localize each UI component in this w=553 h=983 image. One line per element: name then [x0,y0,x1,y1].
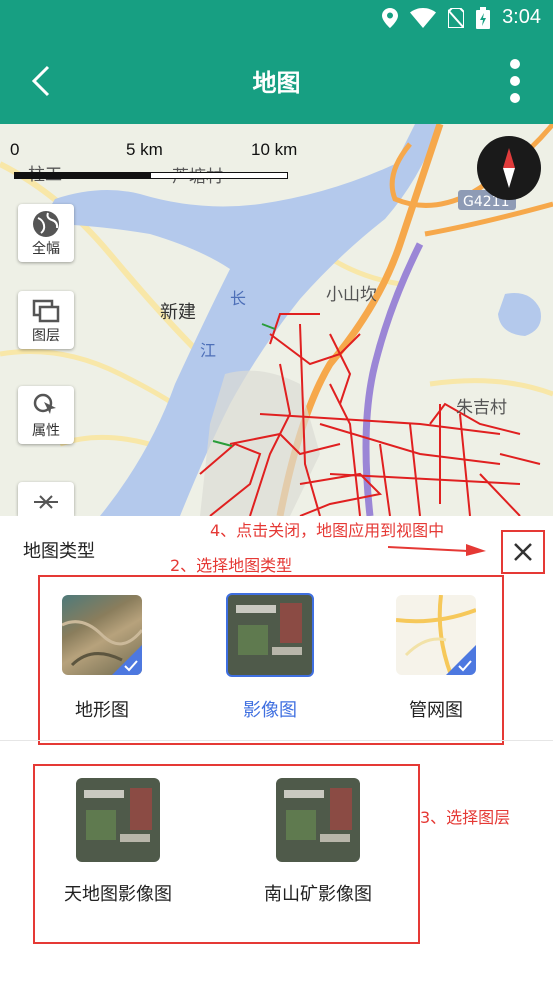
layers-icon [32,299,60,323]
layers-button[interactable]: 图层 [18,291,74,349]
battery-charging-icon [476,6,491,29]
attributes-button[interactable]: 属性 [18,386,74,444]
tianditu-layer-thumbnail[interactable] [76,778,160,862]
scale-label-5km: 5 km [126,140,163,159]
tool-label-full: 全幅 [32,241,60,257]
location-icon [382,7,399,28]
map-type-panel: 地图类型 4、点击关闭，地图应用到视图中 2、选择地图类型 地形图 影像图 管网… [0,516,553,983]
checkmark-icon [112,645,142,675]
map-canvas: 芦塘村 柱工 新建 小山坎 朱吉村 长 江 G4211 [0,124,553,516]
scale-bar: 0 5 km 10 km [10,140,310,180]
measure-icon [34,495,58,509]
annotation-arrow-icon [388,544,486,556]
status-bar: 3:04 [0,0,553,38]
app-bar: 地图 [0,38,553,124]
checkmark-icon [446,645,476,675]
map-type-label-pipe[interactable]: 管网图 [386,696,486,722]
place-label: 江 [200,341,216,360]
scale-label-10km: 10 km [251,140,298,159]
close-button[interactable] [501,530,545,574]
inspect-icon [33,393,56,414]
place-label: 朱吉村 [456,398,507,418]
tool-label-attributes: 属性 [32,423,60,439]
annotation-step4: 4、点击关闭，地图应用到视图中 [210,521,445,540]
panel-title: 地图类型 [23,541,95,562]
globe-icon [33,211,59,237]
nanshan-layer-thumbnail[interactable] [276,778,360,862]
annotation-step3: 3、选择图层 [420,808,511,827]
no-sim-icon [448,7,465,28]
place-label: 小山坎 [326,285,377,305]
panel-divider [0,740,553,741]
layer-label-tianditu[interactable]: 天地图影像图 [48,880,188,906]
satellite-map-thumbnail[interactable] [226,593,314,677]
pipe-network-map-thumbnail[interactable] [396,595,476,675]
annotation-step2: 2、选择地图类型 [170,556,293,575]
measure-button[interactable] [18,482,74,516]
tool-label-layers: 图层 [32,328,60,344]
compass-icon [503,148,515,188]
place-label: 长 [230,289,246,308]
map-type-label-satellite[interactable]: 影像图 [220,696,320,722]
terrain-map-thumbnail[interactable] [62,595,142,675]
place-label: 新建 [160,302,196,323]
more-vertical-icon[interactable] [507,58,523,104]
map-type-label-terrain[interactable]: 地形图 [52,696,152,722]
page-title: 地图 [252,69,301,97]
wifi-icon [410,7,437,28]
layer-label-nanshan[interactable]: 南山矿影像图 [248,880,388,906]
full-extent-button[interactable]: 全幅 [18,204,74,262]
status-time: 3:04 [502,6,541,28]
scale-bar-graphic [14,172,288,179]
scale-label-0: 0 [10,140,20,159]
close-icon [514,543,532,561]
map-view[interactable]: 芦塘村 柱工 新建 小山坎 朱吉村 长 江 G4211 0 5 km 10 km… [0,124,553,516]
compass-button[interactable] [477,136,541,200]
